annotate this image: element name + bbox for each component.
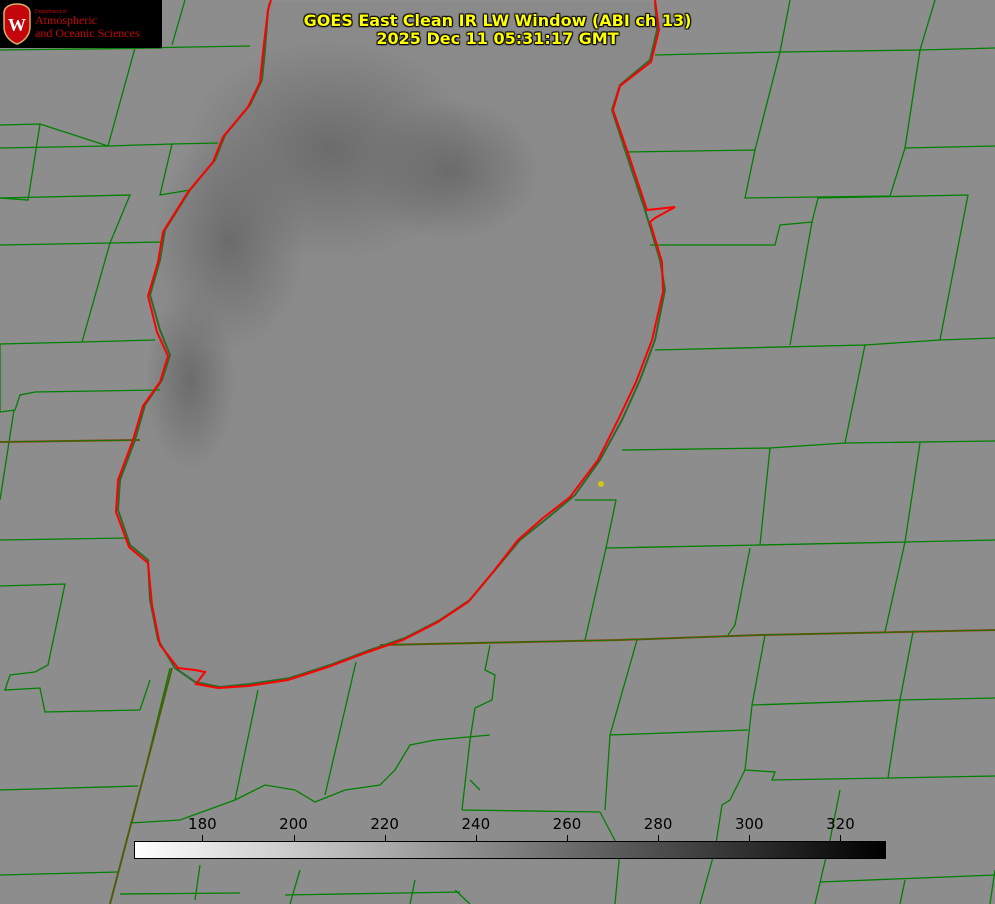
colorbar-tick-label: 200 [279,815,308,833]
colorbar-tick-label: 240 [461,815,491,833]
colorbar-tick-label: 280 [643,815,673,833]
colorbar-tick-mark [658,835,659,841]
colorbar-tick-label: 220 [370,815,399,833]
location-marker [598,481,604,487]
colorbar-tick-mark [567,835,568,841]
map-timestamp: 2025 Dec 11 05:31:17 GMT [376,29,619,48]
cloud-band [360,100,540,240]
colorbar-tick-label: 300 [734,815,764,833]
colorbar-tick-mark [294,835,295,841]
satellite-map: W Department of Atmospheric and Oceanic … [0,0,995,904]
colorbar-tick-mark [202,835,203,841]
colorbar-tick-mark [840,835,841,841]
colorbar-tick-mark [385,835,386,841]
colorbar-tick-label: 260 [552,815,582,833]
colorbar-tick-label: 180 [188,815,217,833]
map-title: GOES East Clean IR LW Window (ABI ch 13) [303,11,692,30]
colorbar-tick-label: 320 [826,815,855,833]
colorbar-tick-mark [749,835,750,841]
map-layer [0,0,995,904]
cloud-band [145,290,235,470]
colorbar-tick-mark [476,835,477,841]
colorbar [134,841,886,859]
